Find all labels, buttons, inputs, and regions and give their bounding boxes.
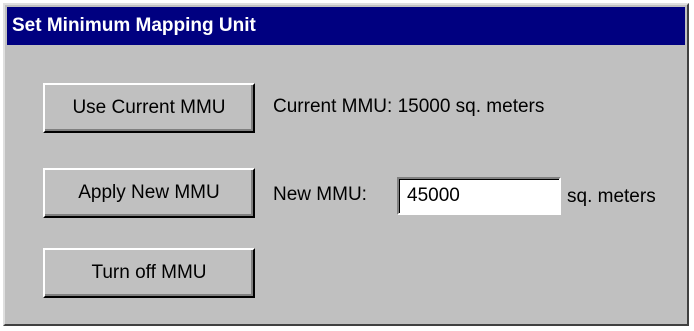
mmu-dialog: Set Minimum Mapping Unit Use Current MMU… bbox=[3, 3, 689, 326]
title-bar: Set Minimum Mapping Unit bbox=[7, 7, 685, 45]
turn-off-mmu-button[interactable]: Turn off MMU bbox=[43, 248, 255, 298]
new-mmu-input[interactable] bbox=[397, 177, 561, 215]
use-current-mmu-button[interactable]: Use Current MMU bbox=[43, 83, 255, 133]
new-mmu-label: New MMU: bbox=[273, 184, 367, 205]
current-mmu-text: Current MMU: 15000 sq. meters bbox=[273, 96, 545, 117]
units-label: sq. meters bbox=[567, 186, 656, 207]
apply-new-mmu-button[interactable]: Apply New MMU bbox=[43, 168, 255, 218]
